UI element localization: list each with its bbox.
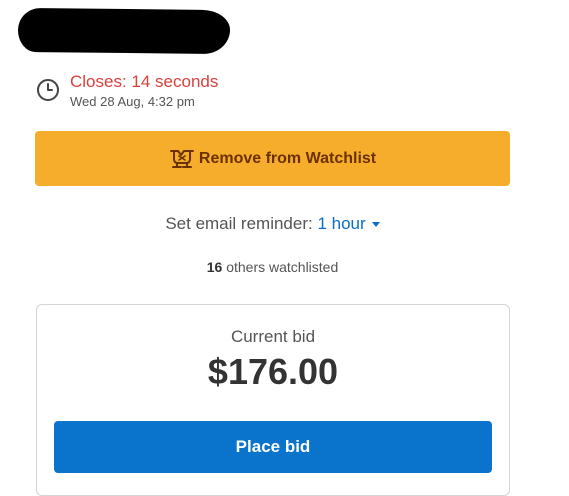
bid-panel: Current bid $176.00 Place bid [36,304,510,496]
place-bid-button[interactable]: Place bid [54,421,492,473]
current-bid-amount: $176.00 [207,351,339,392]
watchlist-count-number: 16 [206,259,223,275]
closing-info: Closes: 14 seconds Wed 28 Aug, 4:32 pm [36,72,218,109]
closing-text: Closes: 14 seconds Wed 28 Aug, 4:32 pm [70,72,218,109]
redacted-title [17,7,231,55]
remove-from-watchlist-label: Remove from Watchlist [198,149,377,167]
email-reminder-dropdown[interactable]: 1 hour [317,214,380,233]
clock-icon [37,79,59,101]
closes-countdown: Closes: 14 seconds [70,72,219,91]
close-date: Wed 28 Aug, 4:32 pm [70,94,195,109]
caret-down-icon [371,222,380,228]
email-reminder: Set email reminder: 1 hour [0,214,545,234]
watchlist-count-label: others watchlisted [226,259,339,275]
email-reminder-value: 1 hour [317,214,366,233]
email-reminder-label: Set email reminder: [165,214,313,233]
watchlist-count: 16 others watchlisted [0,259,545,275]
current-bid-label: Current bid [230,327,316,346]
watchlist-remove-icon [169,149,194,168]
remove-from-watchlist-button[interactable]: Remove from Watchlist [35,131,510,186]
